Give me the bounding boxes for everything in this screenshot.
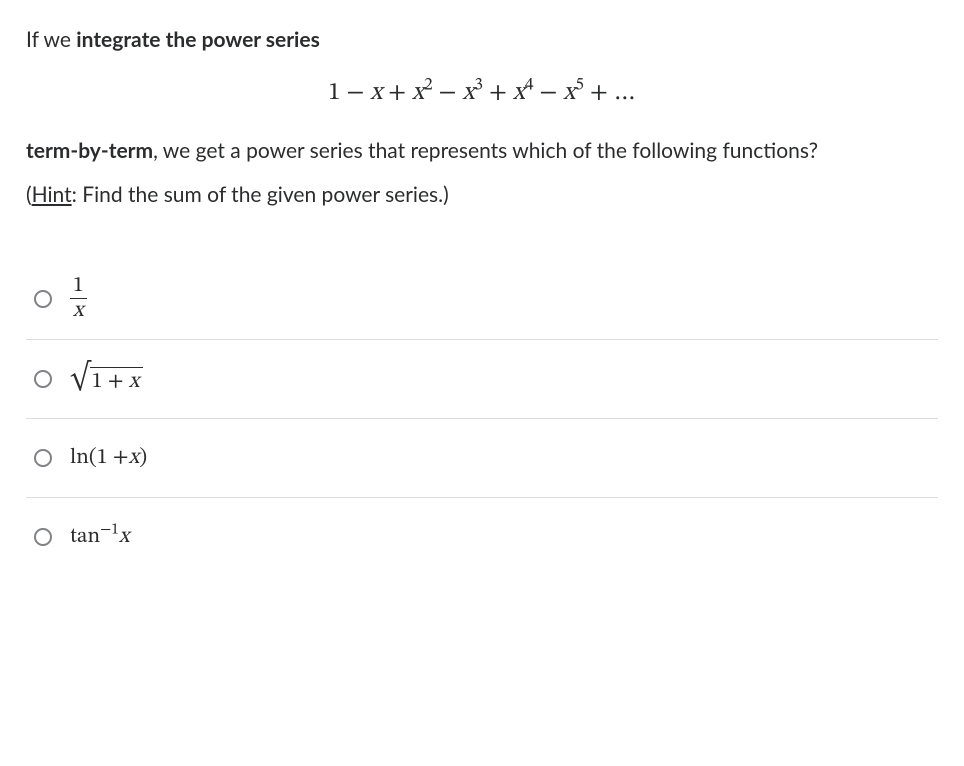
term-by-term: term-by-term	[26, 138, 153, 163]
opt-sqrt-1-plus-x[interactable]: √1 + x	[26, 340, 938, 419]
options-list: 1x √1 + x ln(1 + x) tan−1x	[26, 258, 938, 576]
radio-icon[interactable]	[34, 370, 52, 388]
question-stem: If we integrate the power series	[26, 24, 938, 56]
question-stem-2: term-by-term, we get a power series that…	[26, 135, 938, 167]
hint-text: : Find the sum of the given power series…	[72, 182, 449, 207]
radio-icon[interactable]	[34, 290, 52, 308]
opt-ln-1-plus-x[interactable]: ln(1 + x)	[26, 419, 938, 498]
hint-line: (Hint: Find the sum of the given power s…	[26, 179, 938, 211]
option-label: ln(1 + x)	[70, 442, 147, 475]
option-label: tan−1x	[70, 521, 129, 554]
intro2-post: , we get a power series that represents …	[153, 138, 818, 163]
radio-icon[interactable]	[34, 528, 52, 546]
power-series-formula: 1 − x + x2 − x3 + x4 − x5 + …	[26, 74, 938, 112]
radio-icon[interactable]	[34, 449, 52, 467]
intro-pre: If we	[26, 27, 76, 52]
option-label: √1 + x	[70, 363, 143, 395]
option-label: 1x	[70, 274, 87, 323]
opt-1-over-x[interactable]: 1x	[26, 258, 938, 340]
hint-label: Hint	[32, 182, 72, 207]
intro-bold: integrate the power series	[76, 27, 320, 52]
opt-arctan-x[interactable]: tan−1x	[26, 498, 938, 576]
